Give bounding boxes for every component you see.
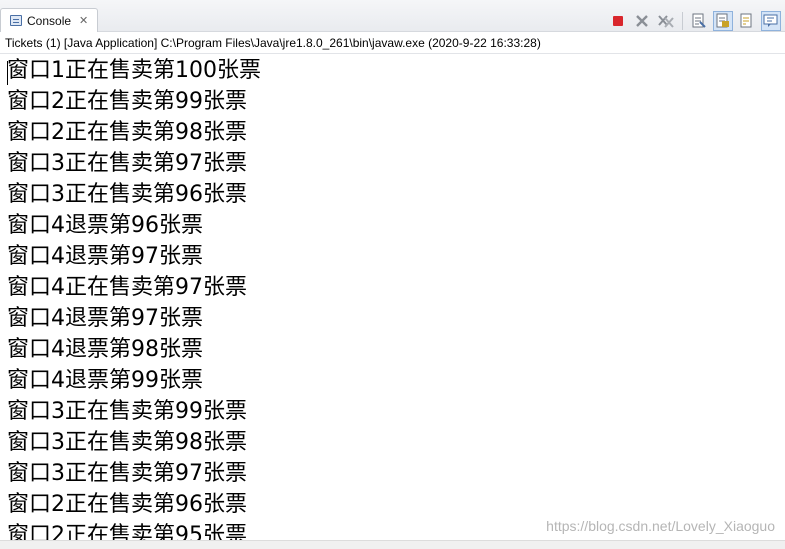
console-output[interactable]: 窗口1正在售卖第100张票 窗口2正在售卖第99张票 窗口2正在售卖第98张票 窗口3… xyxy=(0,55,785,540)
terminate-button[interactable] xyxy=(608,11,628,31)
console-line: 窗口3正在售卖第97张票 xyxy=(7,151,247,176)
console-line: 窗口1正在售卖第100张票 xyxy=(7,58,261,83)
horizontal-scrollbar[interactable] xyxy=(0,540,785,549)
console-line: 窗口3正在售卖第99张票 xyxy=(7,399,247,424)
scroll-lock-button[interactable] xyxy=(713,11,733,31)
toolbar-separator xyxy=(682,12,683,30)
tab-console[interactable]: Console ✕ xyxy=(0,8,98,32)
console-line: 窗口2正在售卖第99张票 xyxy=(7,89,247,114)
clear-console-icon xyxy=(692,13,706,28)
remove-all-terminated-button[interactable] xyxy=(656,11,676,31)
open-console-icon xyxy=(763,14,778,27)
console-line: 窗口4退票第97张票 xyxy=(7,306,203,331)
terminate-icon xyxy=(613,16,623,26)
view-tab-bar: Console ✕ xyxy=(0,0,785,32)
console-line: 窗口2正在售卖第98张票 xyxy=(7,120,247,145)
console-toolbar xyxy=(604,10,781,32)
console-line: 窗口4正在售卖第97张票 xyxy=(7,275,247,300)
remove-all-terminated-icon xyxy=(658,15,674,28)
console-line: 窗口4退票第98张票 xyxy=(7,337,203,362)
tab-label: Console xyxy=(27,13,72,28)
remove-launch-button[interactable] xyxy=(632,11,652,31)
word-wrap-button[interactable] xyxy=(737,11,757,31)
console-line: 窗口4退票第97张票 xyxy=(7,244,203,269)
console-line: 窗口3正在售卖第98张票 xyxy=(7,430,247,455)
console-line: 窗口2正在售卖第96张票 xyxy=(7,492,247,517)
console-view: Console ✕ Tickets (1) [Java Application]… xyxy=(0,0,785,549)
open-console-button[interactable] xyxy=(761,11,781,31)
process-description: Tickets (1) [Java Application] C:\Progra… xyxy=(0,33,785,54)
clear-console-button[interactable] xyxy=(689,11,709,31)
console-line: 窗口3正在售卖第97张票 xyxy=(7,461,247,486)
scroll-lock-icon xyxy=(716,13,729,28)
console-icon xyxy=(10,15,22,26)
console-line: 窗口2正在售卖第95张票 xyxy=(7,523,247,540)
remove-launch-icon xyxy=(636,15,648,27)
console-line: 窗口4退票第99张票 xyxy=(7,368,203,393)
word-wrap-icon xyxy=(740,13,752,28)
console-line: 窗口4退票第96张票 xyxy=(7,213,203,238)
watermark: https://blog.csdn.net/Lovely_Xiaoguo xyxy=(546,518,775,534)
console-line: 窗口3正在售卖第96张票 xyxy=(7,182,247,207)
close-icon[interactable]: ✕ xyxy=(79,14,88,27)
